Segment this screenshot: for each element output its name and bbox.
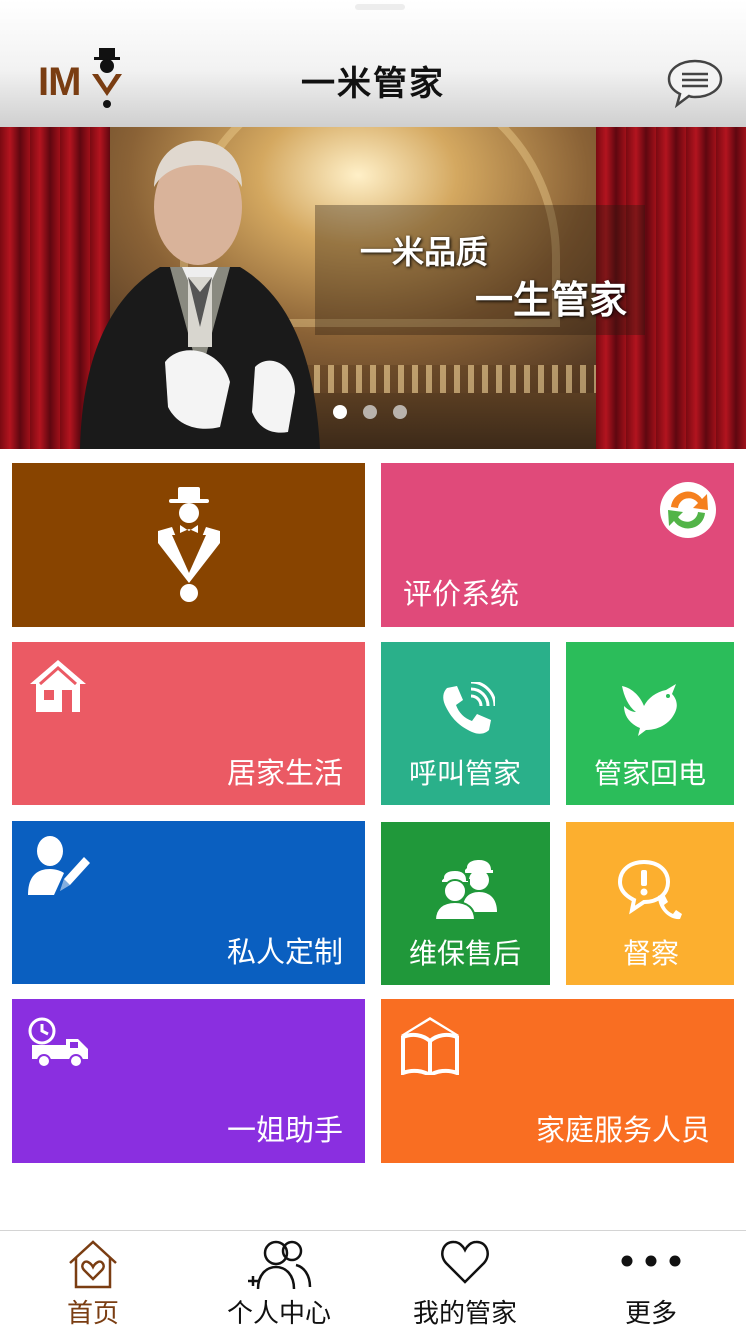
- user-edit-icon: [28, 836, 90, 895]
- book-icon: [401, 1017, 459, 1075]
- tile-butler-main[interactable]: [12, 463, 365, 627]
- nav-home-label: 首页: [66, 1299, 119, 1327]
- tile-home-staff[interactable]: 家庭服务人员: [381, 999, 734, 1163]
- tile-home-life-label: 居家生活: [226, 756, 343, 790]
- users-add-icon: [248, 1240, 312, 1290]
- nav-home[interactable]: 首页: [0, 1231, 186, 1327]
- banner-slogan-1: 一米品质: [360, 233, 489, 271]
- butler-figure-image: [80, 140, 320, 449]
- nav-my-butler-label: 我的管家: [412, 1299, 517, 1327]
- nav-more-label: 更多: [624, 1299, 677, 1327]
- tile-private-custom-label: 私人定制: [226, 935, 343, 969]
- carousel-dot-2[interactable]: [363, 405, 377, 419]
- chat-bubble-icon: [667, 59, 723, 109]
- tile-supervision[interactable]: 督察: [566, 822, 734, 985]
- tile-rating-label: 评价系统: [403, 577, 520, 611]
- tile-callback-label: 管家回电: [594, 757, 707, 790]
- carousel-dot-1[interactable]: [333, 405, 347, 419]
- promo-banner[interactable]: 一米品质 一生管家: [0, 127, 746, 449]
- message-button[interactable]: [666, 58, 724, 109]
- tile-supervision-label: 督察: [623, 937, 680, 970]
- tile-assistant-label: 一姐助手: [226, 1113, 343, 1147]
- banner-slogan-2: 一生管家: [475, 278, 628, 322]
- status-notch: [355, 4, 405, 10]
- butler-icon: [158, 487, 220, 602]
- tile-butler-callback[interactable]: 管家回电: [566, 642, 734, 805]
- tile-home-staff-label: 家庭服务人员: [535, 1113, 710, 1147]
- more-dots-icon: [621, 1255, 681, 1267]
- carousel-dots: [333, 405, 407, 419]
- workers-icon: [433, 860, 497, 920]
- tile-private-custom[interactable]: 私人定制: [12, 821, 365, 984]
- phone-icon: [443, 682, 495, 734]
- bottom-navigation: 首页 个人中心 我的管家 更多: [0, 1230, 746, 1327]
- nav-more[interactable]: 更多: [558, 1231, 744, 1327]
- tile-call-butler-label: 呼叫管家: [409, 757, 522, 790]
- house-icon: [30, 660, 86, 712]
- tile-call-butler[interactable]: 呼叫管家: [381, 642, 550, 805]
- heart-icon: [441, 1240, 489, 1284]
- delivery-truck-icon: [28, 1017, 88, 1067]
- dove-icon: [622, 684, 677, 736]
- alert-phone-icon: [618, 860, 682, 920]
- carousel-dot-3[interactable]: [393, 405, 407, 419]
- nav-personal-center[interactable]: 个人中心: [186, 1231, 372, 1327]
- tile-rating-system[interactable]: 评价系统: [381, 463, 734, 627]
- tile-assistant[interactable]: 一姐助手: [12, 999, 365, 1163]
- home-heart-icon: [69, 1240, 117, 1289]
- app-header: IM 一米管家: [0, 0, 746, 127]
- tile-home-life[interactable]: 居家生活: [12, 642, 365, 805]
- page-title: 一米管家: [301, 64, 445, 104]
- refresh-arrows-icon: [660, 482, 716, 538]
- nav-personal-center-label: 个人中心: [226, 1299, 331, 1327]
- tile-maintenance-label: 维保售后: [409, 937, 522, 970]
- tile-maintenance[interactable]: 维保售后: [381, 822, 550, 985]
- nav-my-butler[interactable]: 我的管家: [372, 1231, 558, 1327]
